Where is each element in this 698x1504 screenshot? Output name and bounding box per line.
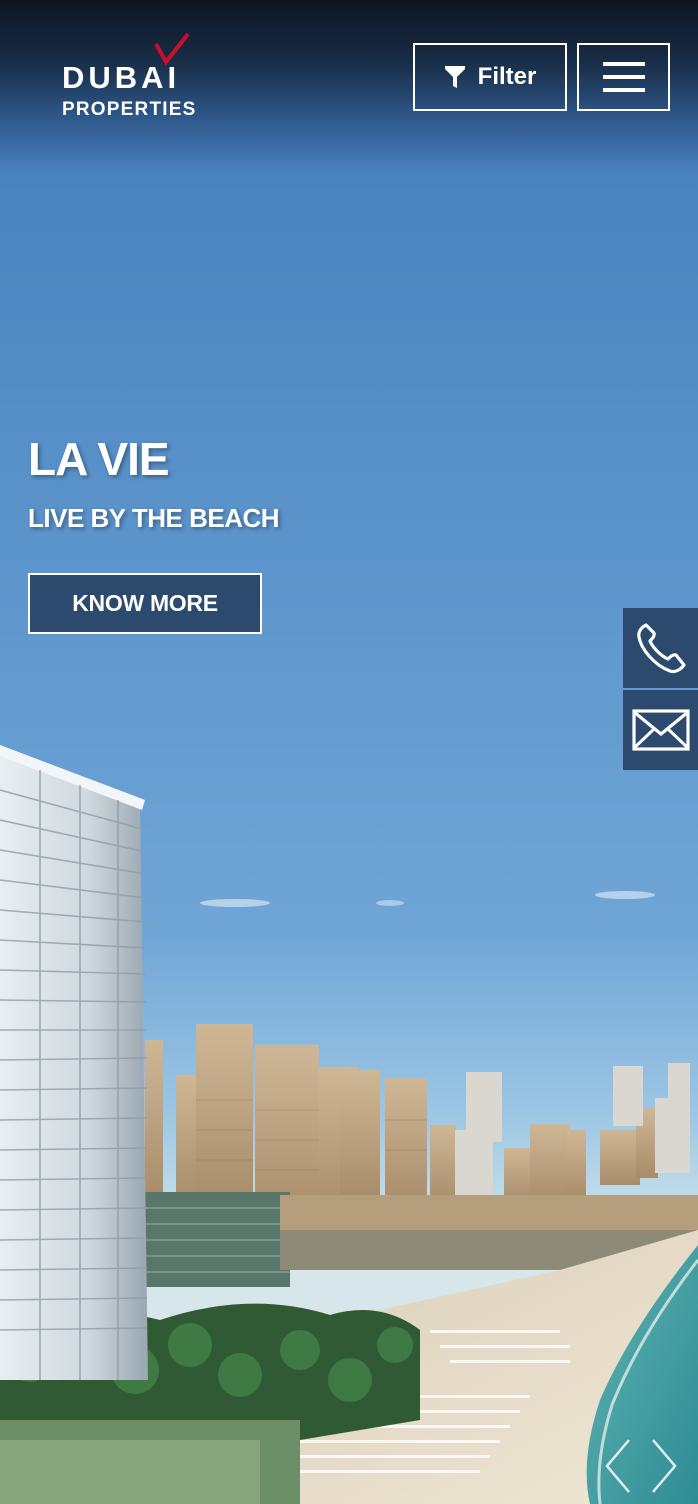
envelope-icon — [631, 709, 690, 751]
logo-subtitle: PROPERTIES — [62, 99, 197, 120]
phone-icon — [636, 623, 686, 674]
know-more-button[interactable]: KNOW MORE — [28, 573, 262, 634]
filter-label: Filter — [477, 63, 537, 90]
hero-subtitle: LIVE BY THE BEACH — [28, 503, 280, 533]
carousel-prev-button[interactable] — [598, 1436, 638, 1496]
hero-banner: DUBAI PROPERTIES Filter LA VIE LIVE BY T… — [0, 0, 698, 1504]
logo-checkmark-icon — [154, 32, 190, 66]
chevron-right-icon — [652, 1439, 677, 1493]
filter-button[interactable]: Filter — [413, 43, 567, 111]
dubai-properties-logo[interactable]: DUBAI PROPERTIES — [60, 32, 205, 124]
beach-skyline-photo — [0, 745, 698, 1504]
chevron-left-icon — [605, 1439, 630, 1493]
hamburger-menu-icon — [602, 62, 645, 92]
menu-button[interactable] — [577, 43, 670, 111]
funnel-icon — [444, 66, 465, 88]
carousel-next-button[interactable] — [644, 1436, 684, 1496]
email-button[interactable] — [623, 690, 698, 770]
hero-title: LA VIE — [28, 433, 170, 485]
call-button[interactable] — [623, 608, 698, 688]
